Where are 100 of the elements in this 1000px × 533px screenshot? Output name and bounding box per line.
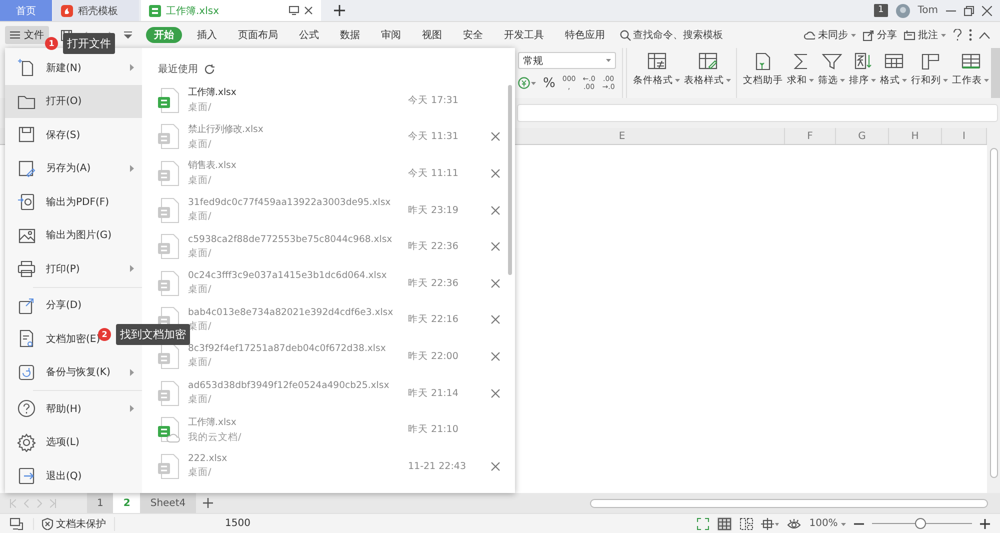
sheet-tab[interactable]: Sheet4 [140, 493, 196, 513]
file-path: 桌面/ [188, 210, 212, 224]
file-name[interactable]: 222.xlsx [188, 453, 228, 464]
printer-icon [17, 259, 36, 278]
remove-button[interactable] [488, 276, 502, 290]
close-icon[interactable] [304, 6, 313, 15]
formula-input-field[interactable] [517, 104, 998, 122]
remove-button[interactable] [488, 166, 502, 180]
ribbon-tab[interactable]: 安全 [457, 27, 489, 43]
file-menu-item[interactable]: 输出为PDF(F) [5, 185, 142, 218]
sheet-tab[interactable]: 1 [87, 493, 114, 513]
file-name[interactable]: 31fed9dc0c77f459aa13922a3003de95.xlsx [188, 197, 391, 208]
ribbon-tab[interactable]: 公式 [293, 27, 325, 43]
page-layout-icon[interactable] [761, 518, 780, 530]
toolbar-button[interactable]: 未同步 [804, 28, 856, 42]
file-menu-item[interactable]: 打开(O) [5, 84, 142, 118]
caret-icon [606, 59, 611, 62]
vertical-scrollbar[interactable] [990, 148, 998, 478]
ribbon-button[interactable]: 求和 [785, 48, 816, 98]
file-menu-item[interactable]: 保存(S) [5, 118, 142, 152]
screen-icon[interactable] [10, 518, 23, 530]
caret-icon [984, 79, 989, 82]
file-name[interactable]: 工作簿.xlsx [188, 86, 236, 100]
file-name[interactable]: 8c3f92f4ef17251a87deb04c0f672d38.xlsx [188, 343, 386, 354]
file-menu-item[interactable]: 另存为(A) [5, 152, 142, 185]
column-header[interactable]: G [836, 128, 889, 144]
grid-view-icon[interactable] [718, 518, 732, 530]
toolbar-button[interactable]: 分享 [863, 28, 897, 42]
dropdown-icon[interactable] [124, 31, 132, 39]
file-name[interactable]: 工作簿.xlsx [188, 416, 236, 429]
restore-icon[interactable] [964, 6, 974, 16]
remove-button[interactable] [488, 203, 502, 218]
window-count-badge[interactable]: 1 [874, 4, 888, 17]
column-header[interactable]: F [785, 128, 836, 144]
file-menu-item[interactable]: 帮助(H) [5, 392, 142, 426]
ribbon-tab[interactable]: 审阅 [375, 27, 407, 43]
ribbon-button[interactable]: 工作表 [950, 48, 991, 98]
ribbon-button[interactable]: 格式 [878, 48, 909, 98]
file-name[interactable]: 销售表.xlsx [188, 159, 236, 172]
ribbon-tab[interactable]: 页面布局 [232, 27, 284, 43]
file-menu-item[interactable]: 打印(P) [5, 252, 142, 286]
file-name[interactable]: bab4c013e8e734a82021e392d4cdf6e3.xlsx [188, 306, 394, 318]
slider-thumb[interactable] [915, 518, 926, 529]
protection-status[interactable]: 文档未保护 [34, 516, 115, 530]
worksheet-icon [960, 52, 982, 71]
ribbon-button[interactable]: 排序 [847, 48, 878, 98]
ribbon-tab[interactable]: 插入 [191, 27, 223, 43]
file-name[interactable]: ad653d38dbf3949f12fe0524a490cb25.xlsx [188, 380, 390, 392]
help-icon[interactable] [953, 29, 962, 41]
file-menu-item[interactable]: 新建(N) [5, 51, 142, 84]
file-name[interactable]: 禁止行列修改.xlsx [188, 122, 264, 136]
ribbon-tab[interactable]: 特色应用 [559, 27, 611, 43]
file-menu-item[interactable]: 选项(L) [5, 426, 142, 459]
remove-button[interactable] [488, 386, 502, 400]
ribbon-tab[interactable]: 视图 [416, 27, 448, 43]
ribbon-tab[interactable]: 开发工具 [498, 27, 550, 43]
ribbon-button[interactable]: 表格样式 [682, 48, 733, 98]
more-icon[interactable] [969, 29, 972, 41]
ribbon-tab[interactable]: 数据 [334, 27, 366, 43]
file-name[interactable]: 0c24c3fff3c9e037a1415e3b1dc6d064.xlsx [188, 270, 387, 282]
recent-list-scrollbar[interactable] [508, 85, 512, 275]
fullscreen-icon[interactable] [697, 518, 710, 530]
zoom-in-icon[interactable] [980, 518, 990, 528]
sheet-tab[interactable]: 2 [113, 493, 140, 513]
file-menu-item[interactable]: 退出(Q) [5, 459, 142, 492]
ribbon-scroll-handle[interactable] [991, 48, 1000, 98]
document-tab[interactable]: 工作簿.xlsx [141, 0, 321, 21]
user-name[interactable]: Tom [918, 5, 938, 16]
add-sheet-icon[interactable] [202, 498, 213, 508]
toolbar-button[interactable]: 批注 [904, 28, 946, 42]
monitor-icon[interactable] [289, 6, 299, 15]
horizontal-scrollbar[interactable] [590, 498, 988, 508]
file-time: 今天 11:11 [408, 166, 460, 180]
number-format-dropdown[interactable]: 常规 [518, 52, 616, 69]
file-menu-item[interactable]: 备份与恢复(K) [5, 356, 142, 389]
submenu-arrow-icon [130, 164, 134, 172]
collapse-icon[interactable] [979, 32, 990, 38]
ribbon-button[interactable]: 筛选 [816, 48, 847, 98]
page-break-icon[interactable] [740, 518, 754, 530]
file-menu-item[interactable]: 输出为图片(G) [5, 218, 142, 252]
close-icon[interactable] [982, 6, 992, 16]
column-header[interactable]: H [889, 128, 942, 144]
document-tab[interactable]: 稻壳模板 [53, 0, 139, 21]
percent-button[interactable]: % [543, 76, 556, 90]
file-name[interactable]: c5938ca2f88de772553be75c8044c968.xlsx [188, 234, 392, 245]
file-menu-item[interactable]: 分享(D) [5, 288, 142, 322]
add-tab-icon[interactable] [334, 5, 344, 16]
search-field[interactable]: 查找命令、搜索模板 [620, 28, 723, 42]
avatar-icon[interactable] [896, 4, 910, 18]
ribbon-button[interactable]: 行和列 [909, 48, 950, 98]
remove-button[interactable] [488, 349, 502, 364]
refresh-icon[interactable] [204, 64, 215, 74]
submenu-arrow-icon [130, 368, 134, 376]
file-menu-button[interactable]: 文件 [5, 26, 49, 44]
zoom-level-dropdown[interactable]: 100% [809, 518, 846, 529]
file-path: 桌面/ [188, 101, 212, 114]
eye-icon[interactable] [787, 518, 802, 530]
submenu-arrow-icon [130, 265, 134, 272]
currency-icon[interactable] [518, 77, 536, 89]
remove-button[interactable] [488, 459, 502, 474]
